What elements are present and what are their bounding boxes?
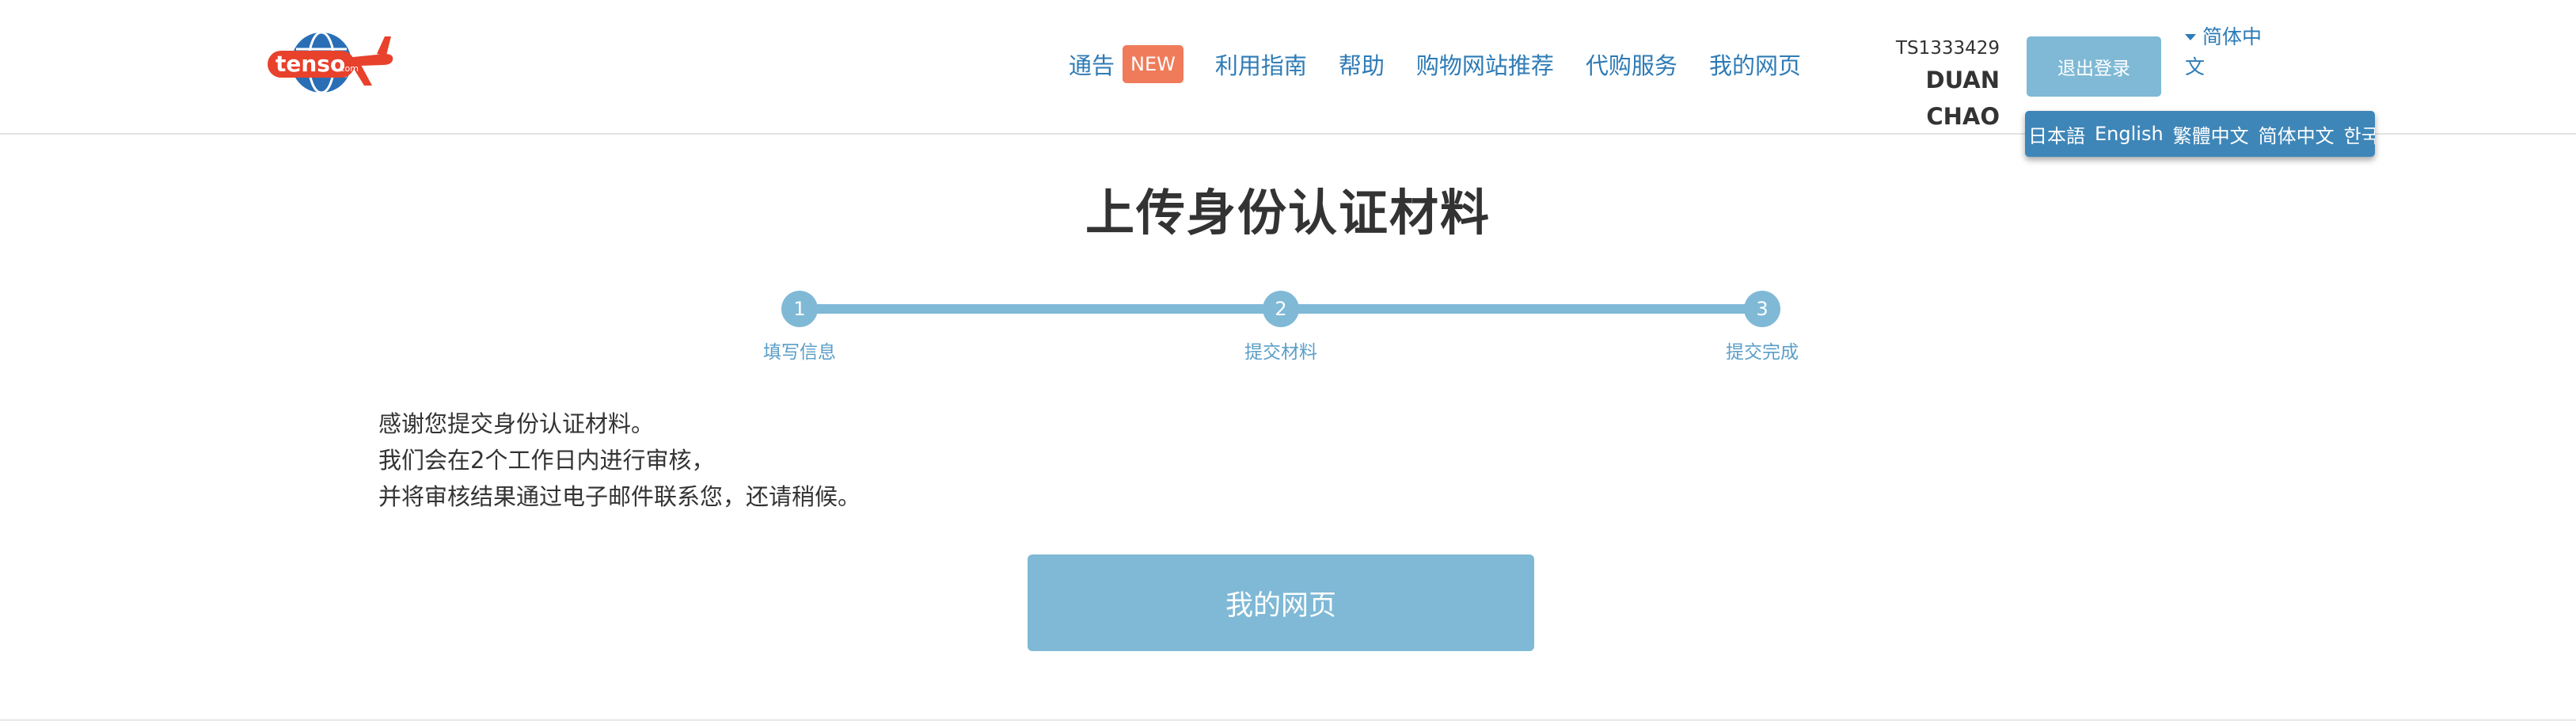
language-option-ko[interactable]: 한국어 <box>2344 120 2375 148</box>
confirmation-message: 感谢您提交身份认证材料。 我们会在2个工作日内进行审核， 并将审核结果通过电子邮… <box>378 406 861 515</box>
step-label: 填写信息 <box>763 342 836 363</box>
step-number: 2 <box>1263 291 1299 327</box>
tenso-logo[interactable]: tenso .com <box>266 30 396 95</box>
nav-item-my-page[interactable]: 我的网页 <box>1709 48 1801 81</box>
current-language: 简体中文 <box>2185 25 2263 78</box>
language-dropdown: 日本語 English 繁體中文 简体中文 한국어 <box>2025 111 2375 157</box>
language-option-zh-cn[interactable]: 简体中文 <box>2259 120 2335 148</box>
nav-item-label: 通告 <box>1069 52 1115 79</box>
my-page-button[interactable]: 我的网页 <box>1028 554 1534 651</box>
step-1: 1 填写信息 <box>744 287 855 364</box>
message-line: 并将审核结果通过电子邮件联系您，还请稍候。 <box>378 483 861 510</box>
step-label: 提交完成 <box>1726 342 1799 363</box>
new-badge: NEW <box>1123 45 1184 83</box>
divider <box>0 719 2576 721</box>
main-nav: 通告 NEW 利用指南 帮助 购物网站推荐 代购服务 我的网页 <box>1069 41 1801 87</box>
step-3: 3 提交完成 <box>1707 287 1818 364</box>
nav-item-proxy-service[interactable]: 代购服务 <box>1586 48 1677 81</box>
logo-text: tenso <box>275 51 345 77</box>
step-2: 2 提交材料 <box>1225 287 1336 364</box>
step-label: 提交材料 <box>1244 342 1317 363</box>
page-title: 上传身份认证材料 <box>1085 184 1491 242</box>
user-id: TS1333429 <box>1895 38 2000 59</box>
nav-item-notice[interactable]: 通告 NEW <box>1069 45 1184 83</box>
step-number: 1 <box>781 291 818 327</box>
progress-steps: 1 填写信息 2 提交材料 3 提交完成 <box>744 287 1852 366</box>
language-option-zh-tw[interactable]: 繁體中文 <box>2173 120 2249 148</box>
logout-button[interactable]: 退出登录 <box>2027 36 2161 97</box>
language-option-en[interactable]: English <box>2095 123 2164 145</box>
language-selector[interactable]: 简体中文 <box>2185 22 2272 82</box>
nav-item-guide[interactable]: 利用指南 <box>1215 48 1307 81</box>
user-info: TS1333429 DUAN CHAO <box>1852 35 2000 135</box>
message-line: 感谢您提交身份认证材料。 <box>378 410 655 437</box>
logo-suffix: .com <box>337 63 359 74</box>
logo-graphic: tenso .com <box>268 31 393 94</box>
caret-down-icon <box>2185 34 2196 40</box>
nav-item-help[interactable]: 帮助 <box>1339 48 1385 81</box>
language-option-ja[interactable]: 日本語 <box>2028 120 2085 148</box>
user-name: DUAN CHAO <box>1925 67 2000 130</box>
message-line: 我们会在2个工作日内进行审核， <box>378 447 715 474</box>
nav-item-shopping-sites[interactable]: 购物网站推荐 <box>1416 48 1554 81</box>
step-number: 3 <box>1744 291 1780 327</box>
